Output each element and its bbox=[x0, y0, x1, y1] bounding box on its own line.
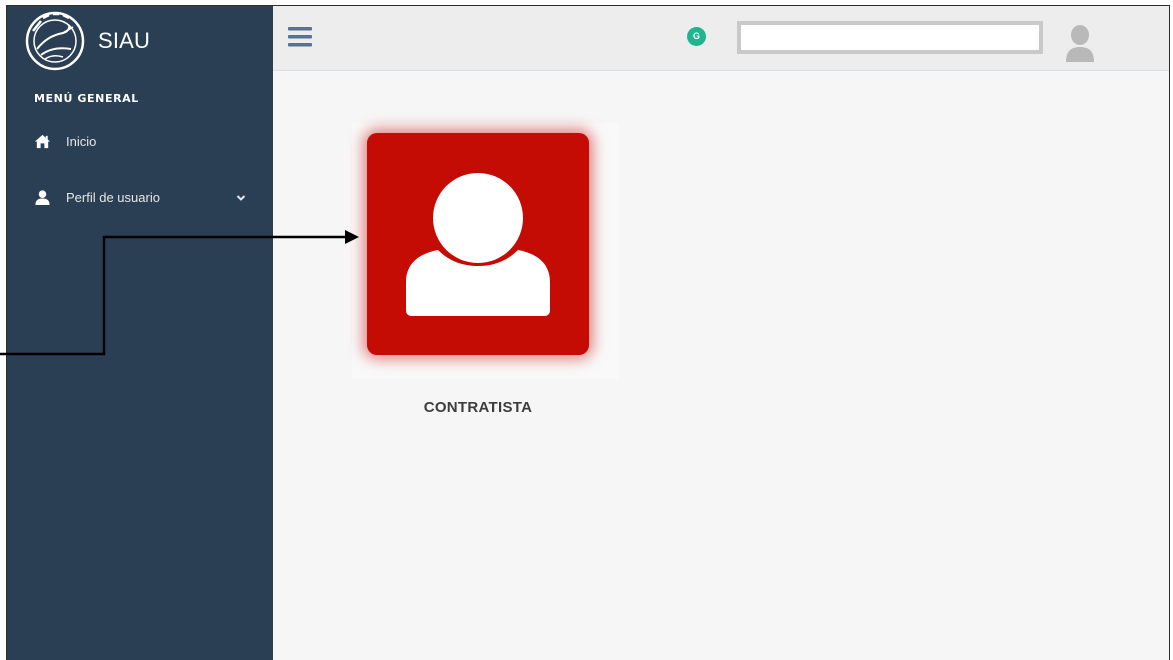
chevron-down-icon bbox=[236, 195, 246, 201]
sidebar-item-label: Perfil de usuario bbox=[66, 190, 160, 205]
sidebar-item-label: Inicio bbox=[66, 134, 97, 149]
hamburger-icon[interactable] bbox=[288, 25, 314, 49]
sidebar-item-perfil-de-usuario[interactable]: Perfil de usuario bbox=[7, 181, 273, 215]
top-navbar: G bbox=[273, 6, 1169, 71]
user-avatar-icon[interactable] bbox=[1065, 24, 1095, 62]
brand[interactable]: SIAU bbox=[7, 6, 273, 78]
user-icon bbox=[35, 190, 50, 206]
top-search-input[interactable] bbox=[737, 21, 1043, 54]
user-silhouette-icon bbox=[406, 173, 550, 316]
home-icon bbox=[34, 134, 51, 149]
sidebar: SIAU MENÚ GENERAL Inicio Perfil de usuar… bbox=[7, 6, 273, 660]
unillanos-heron-logo-icon bbox=[25, 11, 85, 71]
role-card bbox=[352, 123, 618, 379]
tile-label[interactable]: CONTRATISTA bbox=[352, 399, 604, 416]
contratista-tile-button[interactable] bbox=[367, 133, 589, 355]
sidebar-item-inicio[interactable]: Inicio bbox=[7, 125, 273, 159]
brand-title: SIAU bbox=[98, 28, 151, 53]
app-window: SIAU MENÚ GENERAL Inicio Perfil de usuar… bbox=[6, 5, 1170, 660]
screenshot-frame: SIAU MENÚ GENERAL Inicio Perfil de usuar… bbox=[0, 0, 1173, 660]
sidebar-section-title: MENÚ GENERAL bbox=[34, 92, 139, 105]
grammarly-badge-icon[interactable]: G bbox=[687, 27, 706, 46]
